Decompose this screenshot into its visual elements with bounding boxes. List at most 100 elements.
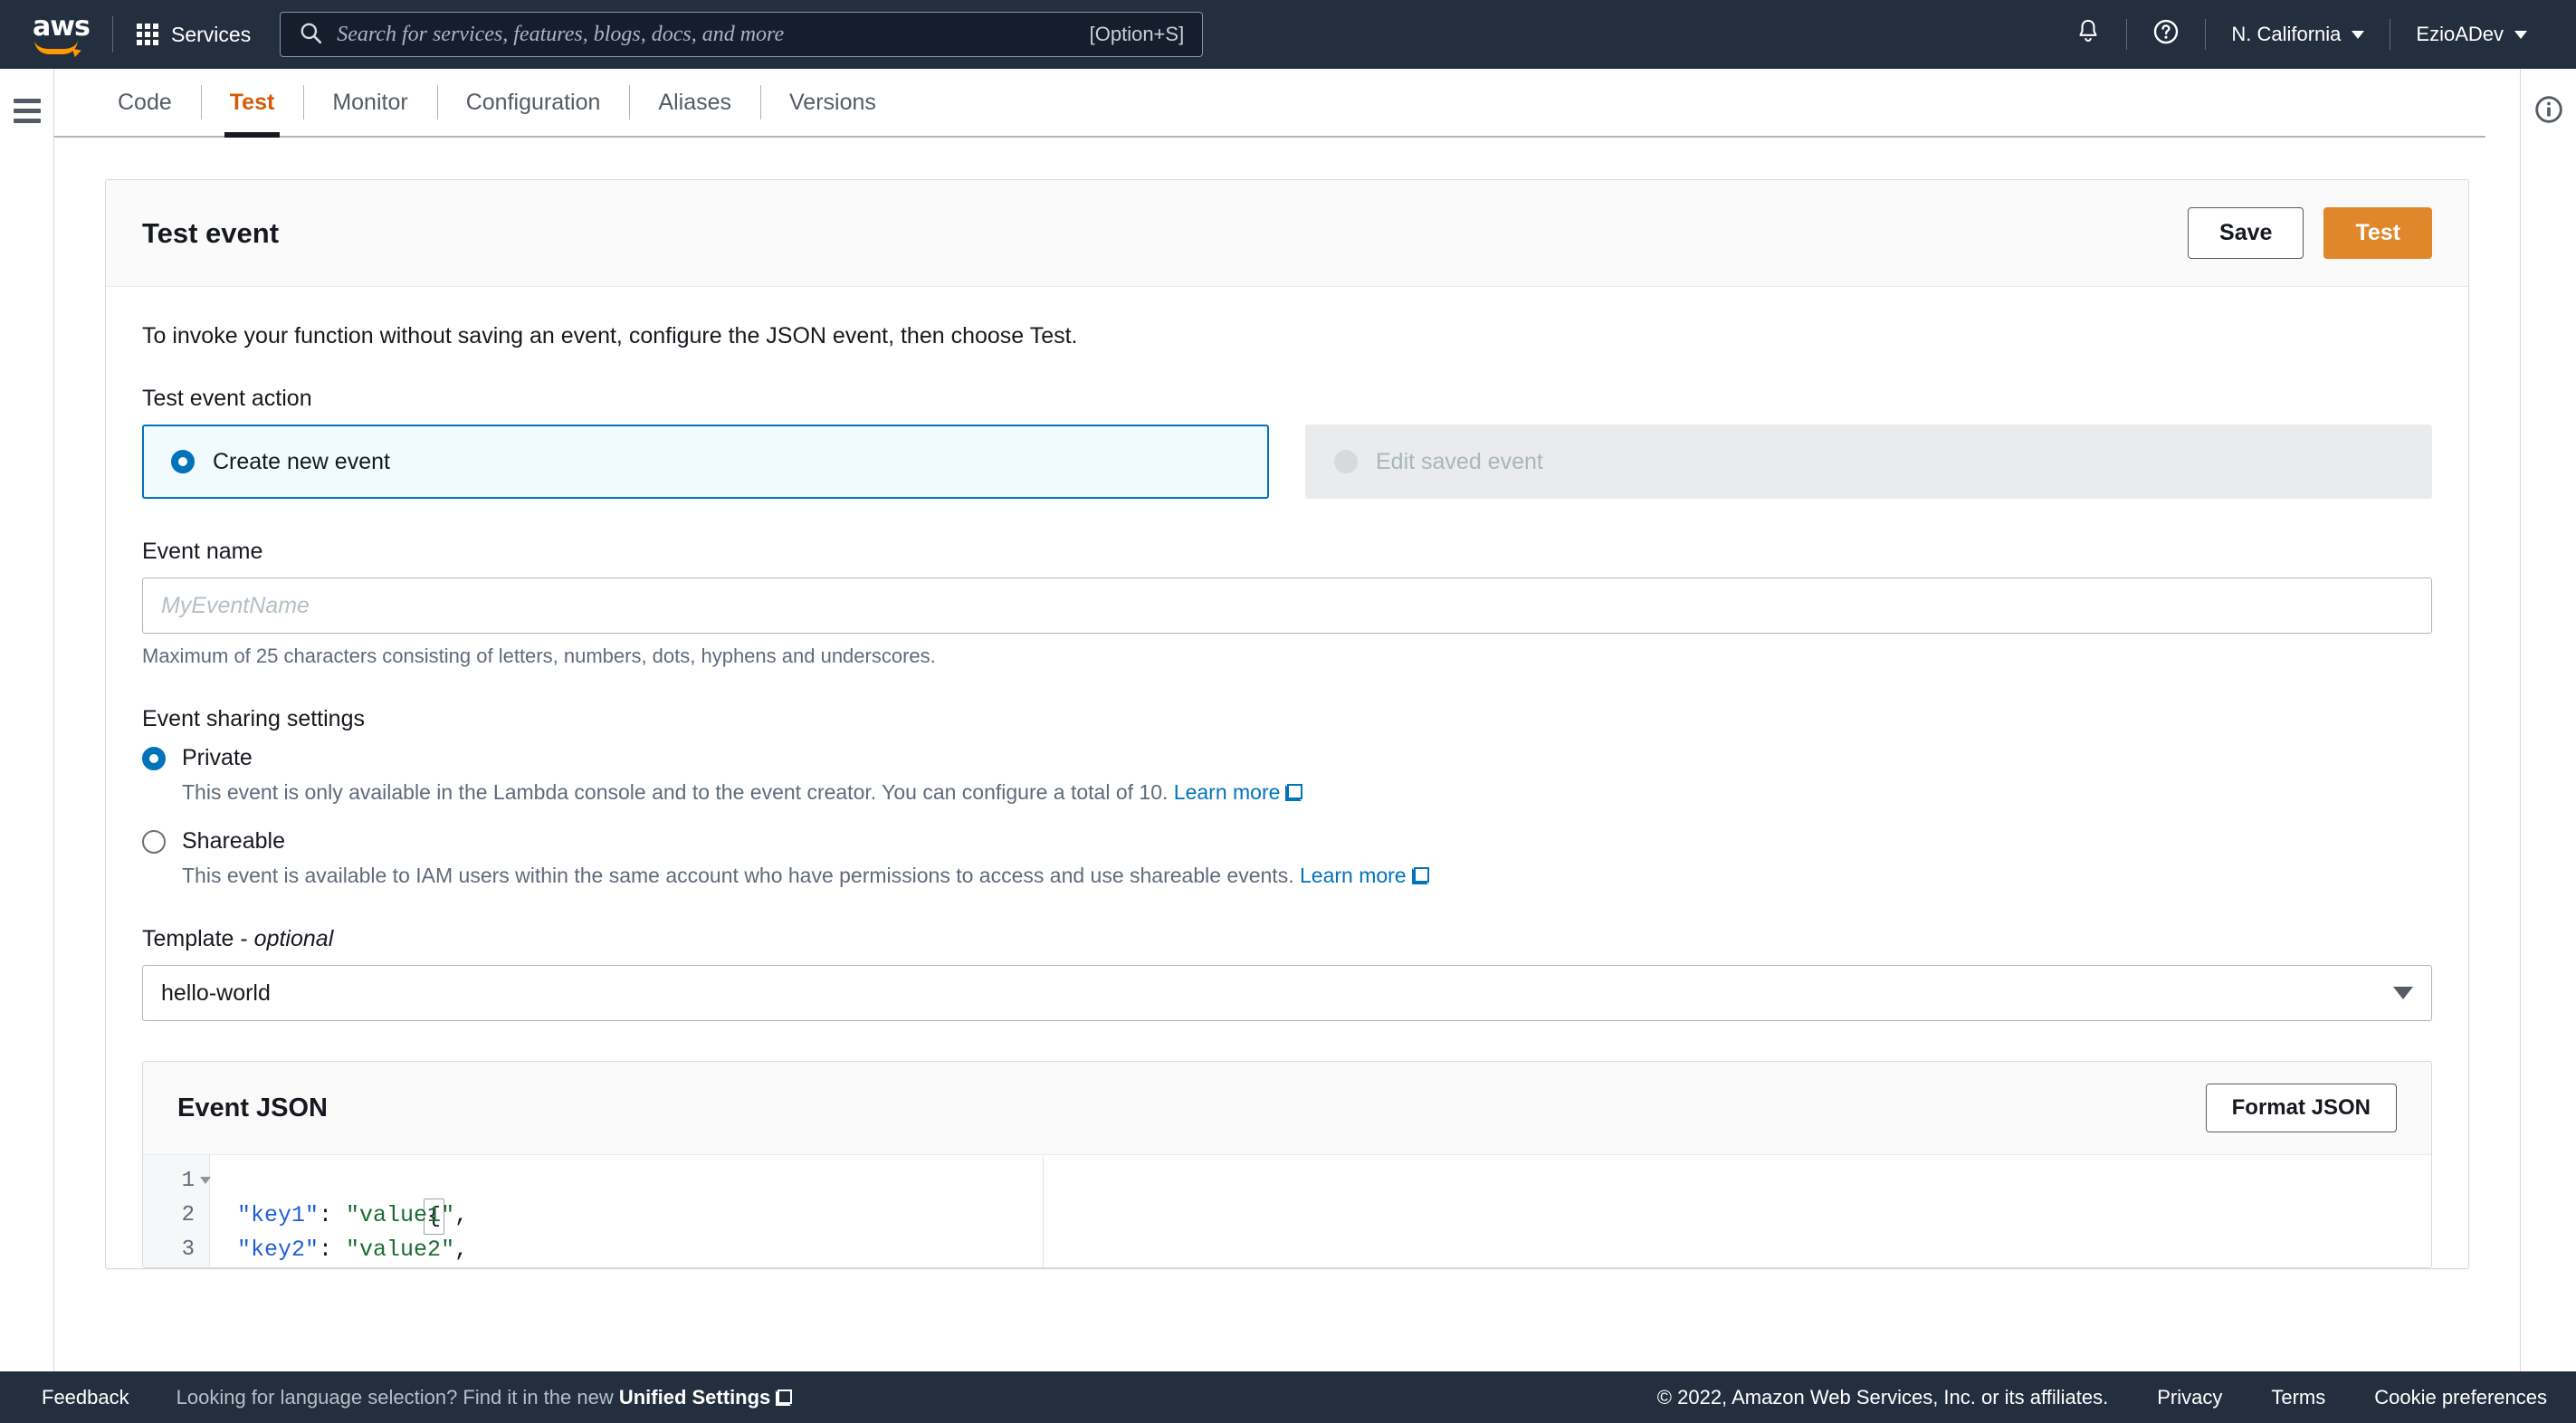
services-menu-button[interactable]: Services <box>133 17 254 53</box>
global-search-input[interactable]: Search for services, features, blogs, do… <box>280 12 1204 57</box>
card-body: To invoke your function without saving a… <box>106 287 2468 1268</box>
json-editor[interactable]: 1 2 3 {"key1": "value1", "key2": "value… <box>143 1155 2431 1267</box>
radio-label: Private <box>182 745 253 770</box>
learn-more-link[interactable]: Learn more <box>1300 864 1407 887</box>
page-shell: Code Test Monitor Configuration Aliases … <box>0 69 2576 1371</box>
terms-link[interactable]: Terms <box>2271 1386 2325 1409</box>
code-key: "key1" <box>237 1202 320 1228</box>
radio-private[interactable]: Private <box>142 745 2432 771</box>
region-selector[interactable]: N. California <box>2206 0 2390 69</box>
tab-configuration[interactable]: Configuration <box>436 69 630 136</box>
line-number-text: 1 <box>181 1169 195 1193</box>
external-link-icon <box>1411 867 1429 884</box>
template-label: Template - optional <box>142 926 2432 952</box>
code-line: "key2": "value2", <box>210 1233 2431 1267</box>
search-icon <box>299 21 322 49</box>
event-name-input[interactable] <box>142 578 2432 634</box>
account-menu[interactable]: EzioADev <box>2390 0 2552 69</box>
radio-icon <box>1334 450 1358 473</box>
tab-label: Versions <box>789 89 876 115</box>
info-circle-icon[interactable] <box>2533 94 2564 1371</box>
language-notice-text: Looking for language selection? Find it … <box>176 1385 619 1409</box>
tab-versions[interactable]: Versions <box>760 69 905 136</box>
code-value: "value1" <box>346 1202 455 1228</box>
tab-label: Test <box>229 89 275 115</box>
notifications-button[interactable] <box>2050 0 2126 69</box>
radio-shareable[interactable]: Shareable <box>142 828 2432 855</box>
grid-icon <box>137 24 158 45</box>
radio-icon <box>142 746 166 770</box>
tab-label: Configuration <box>465 89 601 115</box>
tab-aliases[interactable]: Aliases <box>629 69 760 136</box>
editor-code-area[interactable]: { "key1": "value1", "key2": "value2", <box>210 1155 2431 1267</box>
feedback-link[interactable]: Feedback <box>42 1386 129 1409</box>
code-key: "key2" <box>237 1237 320 1263</box>
tab-code[interactable]: Code <box>89 69 201 136</box>
radio-private-description: This event is only available in the Lamb… <box>182 780 2432 805</box>
tab-monitor[interactable]: Monitor <box>303 69 436 136</box>
option-label: Create new event <box>213 448 390 474</box>
help-button[interactable] <box>2127 0 2205 69</box>
learn-more-link[interactable]: Learn more <box>1174 780 1281 804</box>
hamburger-menu-icon[interactable] <box>13 93 41 129</box>
option-label: Edit saved event <box>1376 448 1543 474</box>
tab-test[interactable]: Test <box>200 69 304 138</box>
radio-icon <box>142 829 166 854</box>
right-rail <box>2520 69 2576 1371</box>
line-number: 1 <box>143 1164 211 1199</box>
copyright-text: © 2022, Amazon Web Services, Inc. or its… <box>1656 1385 2109 1409</box>
card-actions: Save Test <box>2188 207 2432 259</box>
privacy-link[interactable]: Privacy <box>2157 1386 2222 1409</box>
line-number-text: 2 <box>181 1203 195 1227</box>
test-event-action-group: Create new event Edit saved event <box>142 425 2432 499</box>
line-number: 2 <box>143 1199 209 1233</box>
radio-shareable-description: This event is available to IAM users wit… <box>182 864 2432 888</box>
bell-icon <box>2075 18 2101 51</box>
editor-gutter: 1 2 3 <box>143 1155 211 1267</box>
event-sharing-label: Event sharing settings <box>142 706 365 731</box>
page-title: Test event <box>142 216 280 249</box>
card-description: To invoke your function without saving a… <box>142 323 1078 349</box>
option-edit-saved-event: Edit saved event <box>1305 425 2432 499</box>
template-select[interactable]: hello-world <box>142 965 2432 1021</box>
event-name-hint: Maximum of 25 characters consisting of l… <box>142 645 936 667</box>
function-tabs: Code Test Monitor Configuration Aliases … <box>54 69 2485 138</box>
cookie-preferences-link[interactable]: Cookie preferences <box>2374 1386 2547 1409</box>
code-comma: , <box>454 1237 469 1263</box>
chevron-down-icon <box>2514 30 2527 39</box>
line-number: 3 <box>143 1233 209 1267</box>
line-number-text: 3 <box>181 1237 195 1262</box>
code-comma: , <box>454 1202 469 1228</box>
test-event-action-label: Test event action <box>142 386 312 411</box>
services-label: Services <box>171 22 252 46</box>
editor-print-margin <box>1043 1155 1044 1267</box>
test-button[interactable]: Test <box>2323 207 2432 259</box>
top-navigation-bar: aws Services Search for services, featur… <box>0 0 2576 69</box>
save-button[interactable]: Save <box>2188 207 2304 259</box>
code-line: "key1": "value1", <box>210 1199 2431 1233</box>
language-settings-notice[interactable]: Looking for language selection? Find it … <box>177 1386 793 1409</box>
format-json-button[interactable]: Format JSON <box>2205 1084 2397 1132</box>
template-label-optional: optional <box>253 926 334 951</box>
page-footer: Feedback Looking for language selection?… <box>0 1371 2576 1423</box>
tab-label: Aliases <box>658 89 732 115</box>
chevron-down-icon <box>2393 987 2413 999</box>
main-content: Code Test Monitor Configuration Aliases … <box>54 69 2520 1371</box>
external-link-icon <box>1285 784 1303 801</box>
chevron-down-icon <box>2352 30 2365 39</box>
account-label: EzioADev <box>2416 23 2504 45</box>
left-rail <box>0 69 54 1371</box>
question-circle-icon <box>2152 18 2180 51</box>
footer-right-group: © 2022, Amazon Web Services, Inc. or its… <box>1657 1386 2547 1409</box>
unified-settings-link[interactable]: Unified Settings <box>619 1386 770 1409</box>
tab-label: Monitor <box>332 89 408 115</box>
event-json-header: Event JSON Format JSON <box>143 1062 2431 1155</box>
nav-right-group: N. California EzioADev <box>2050 0 2552 69</box>
template-label-main: Template - <box>142 926 254 951</box>
code-separator: : <box>319 1202 347 1228</box>
option-create-new-event[interactable]: Create new event <box>142 425 1269 499</box>
search-placeholder: Search for services, features, blogs, do… <box>337 22 785 46</box>
test-event-card: Test event Save Test To invoke your func… <box>105 179 2469 1269</box>
tab-label: Code <box>118 89 172 115</box>
aws-logo[interactable]: aws <box>33 14 92 54</box>
